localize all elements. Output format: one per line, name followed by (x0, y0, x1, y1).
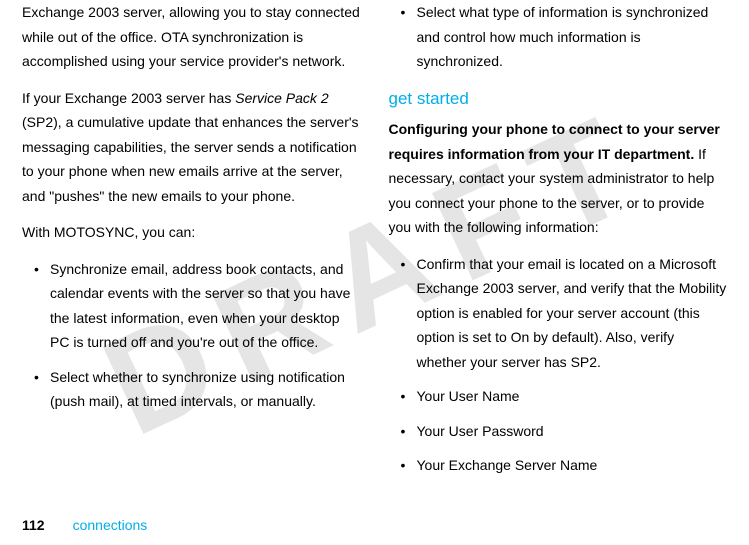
body-text: If your Exchange 2003 server has Service… (22, 86, 361, 209)
bullet-list: Select what type of information is synch… (389, 0, 728, 74)
list-item: Select what type of information is synch… (389, 0, 728, 74)
list-item: Select whether to synchronize using noti… (22, 365, 361, 414)
text-run: (SP2), a cumulative update that enhances… (22, 114, 359, 204)
list-item: Confirm that your email is located on a … (389, 252, 728, 375)
bullet-list: Synchronize email, address book contacts… (22, 257, 361, 414)
page-number: 112 (22, 517, 45, 533)
body-text: With MOTOSYNC, you can: (22, 220, 361, 245)
list-item: Synchronize email, address book contacts… (22, 257, 361, 355)
list-item: Your Exchange Server Name (389, 453, 728, 478)
body-text: Exchange 2003 server, allowing you to st… (22, 0, 361, 74)
footer-section-label: connections (73, 517, 148, 533)
body-text: Configuring your phone to connect to you… (389, 117, 728, 240)
text-italic: Service Pack 2 (235, 90, 328, 106)
page-content: Exchange 2003 server, allowing you to st… (0, 0, 749, 500)
bullet-list: Confirm that your email is located on a … (389, 252, 728, 478)
list-item: Your User Password (389, 419, 728, 444)
text-run: If your Exchange 2003 server has (22, 90, 235, 106)
list-item: Your User Name (389, 384, 728, 409)
left-column: Exchange 2003 server, allowing you to st… (22, 0, 361, 500)
right-column: Select what type of information is synch… (389, 0, 728, 500)
section-heading: get started (389, 84, 728, 114)
page-footer: 112 connections (22, 517, 147, 533)
text-bold: Configuring your phone to connect to you… (389, 121, 720, 162)
